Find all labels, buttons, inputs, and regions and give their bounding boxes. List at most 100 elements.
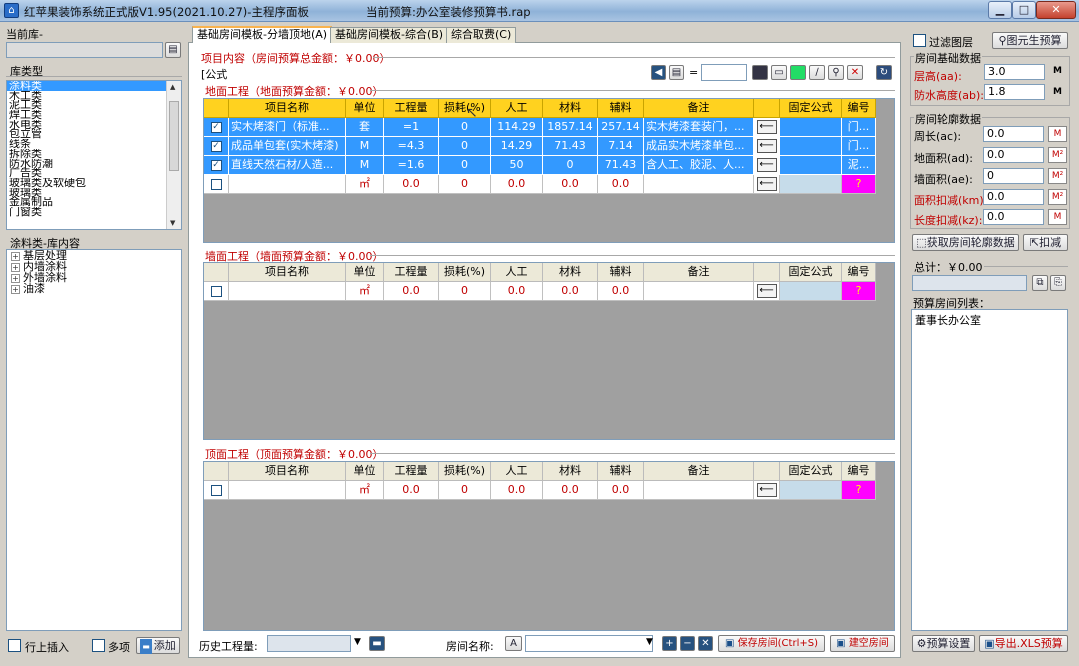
chart-icon[interactable] (790, 65, 806, 80)
cell-material[interactable]: 0.0 (543, 175, 598, 194)
room-list-item[interactable]: 董事长办公室 (912, 310, 1067, 330)
length-deduct-unit-button[interactable]: M (1048, 209, 1067, 225)
tree-item[interactable]: + 油漆 (7, 283, 181, 294)
cell-loss[interactable]: 0 (439, 118, 491, 137)
room-list[interactable]: 董事长办公室 (911, 309, 1068, 631)
row-checkbox-cell[interactable]: ✓ (204, 156, 229, 175)
cell-unit[interactable]: ㎡ (346, 481, 384, 500)
row-checkbox-cell[interactable] (204, 175, 229, 194)
tab-room-template-combined[interactable]: 基础房间模板-综合(B) (330, 27, 449, 43)
delete-icon[interactable]: ✕ (698, 636, 713, 651)
cell-note[interactable] (644, 282, 754, 301)
current-lib-field[interactable] (6, 42, 163, 58)
cell-name[interactable]: 实木烤漆门（标准... (229, 118, 346, 137)
cell-unit[interactable]: M (346, 137, 384, 156)
cell-action[interactable]: ⟵ (754, 481, 780, 500)
generate-budget-button[interactable]: ⚲图元生预算 (992, 32, 1068, 49)
cell-qty[interactable]: =1 (384, 118, 439, 137)
cell-labor[interactable]: 50 (491, 156, 543, 175)
cell-fixed-formula[interactable] (780, 481, 842, 500)
filter-checkbox[interactable] (913, 34, 926, 47)
cell-name[interactable]: 直线天然石材/人造... (229, 156, 346, 175)
chevron-down-icon[interactable]: ▼ (354, 637, 361, 647)
history-select[interactable] (267, 635, 351, 652)
keyboard-icon[interactable]: ▭ (771, 65, 787, 80)
ceiling-grid[interactable]: 项目名称 单位 工程量 损耗(%) 人工 材料 辅料 备注 固定公式 编号 ㎡ … (203, 461, 895, 631)
refresh-icon[interactable]: ↻ (876, 65, 892, 80)
floor-grid[interactable]: 项目名称 单位 工程量 损耗(%) 人工 材料 辅料 备注 固定公式 编号 ✓ … (203, 98, 895, 243)
cell-note[interactable] (644, 175, 754, 194)
perimeter-input[interactable]: 0.0 (983, 126, 1044, 142)
cell-unit[interactable]: M (346, 156, 384, 175)
cell-fixed-formula[interactable] (780, 118, 842, 137)
cell-fixed-formula[interactable] (780, 137, 842, 156)
table-row[interactable]: ✓ 实木烤漆门（标准... 套 =1 0 114.29 1857.14 257.… (204, 118, 876, 137)
cell-aux[interactable]: 0.0 (598, 175, 644, 194)
add-button[interactable]: ▬ 添加 (136, 637, 180, 654)
expand-icon[interactable]: + (11, 273, 20, 283)
arrow-left-icon[interactable]: ⟵ (756, 177, 777, 191)
arrow-left-icon[interactable]: ⟵ (756, 139, 777, 153)
table-row[interactable]: ㎡ 0.0 0 0.0 0.0 0.0 ⟵ ? (204, 282, 876, 301)
remove-row-icon[interactable]: − (680, 636, 695, 651)
cell-fixed-formula[interactable] (780, 175, 842, 194)
cell-material[interactable]: 0.0 (543, 481, 598, 500)
list-item[interactable]: 涂料类 (7, 81, 181, 91)
arrow-left-icon[interactable]: ⟵ (756, 483, 777, 497)
cell-name[interactable] (229, 481, 346, 500)
maximize-button[interactable]: □ (1012, 1, 1036, 19)
floor-area-unit-button[interactable]: M² (1048, 147, 1067, 163)
cell-unit[interactable]: ㎡ (346, 175, 384, 194)
cell-action[interactable]: ⟵ (754, 156, 780, 175)
cell-labor[interactable]: 0.0 (491, 282, 543, 301)
wall-area-unit-button[interactable]: M² (1048, 168, 1067, 184)
cell-material[interactable]: 71.43 (543, 137, 598, 156)
row-checkbox-cell[interactable]: ✓ (204, 137, 229, 156)
cell-aux[interactable]: 257.14 (598, 118, 644, 137)
row-checkbox[interactable]: ✓ (210, 121, 222, 133)
cell-qty[interactable]: 0.0 (384, 282, 439, 301)
empty-room-button[interactable]: ▣ 建空房间 (830, 635, 895, 652)
line-tool-icon[interactable]: ∕ (809, 65, 825, 80)
arrow-left-icon[interactable]: ⟵ (756, 120, 777, 134)
cell-aux[interactable]: 71.43 (598, 156, 644, 175)
cell-qty[interactable]: =1.6 (384, 156, 439, 175)
cell-name[interactable] (229, 282, 346, 301)
cell-unit[interactable]: ㎡ (346, 282, 384, 301)
list-item[interactable]: 拆除类 (7, 149, 181, 159)
wall-area-input[interactable]: 0 (983, 168, 1044, 184)
table-row[interactable]: ✓ 直线天然石材/人造... M =1.6 0 50 0 71.43 含人工、胶… (204, 156, 876, 175)
cell-aux[interactable]: 7.14 (598, 137, 644, 156)
room-name-select[interactable] (525, 635, 653, 652)
row-checkbox-cell[interactable] (204, 481, 229, 500)
cell-material[interactable]: 0.0 (543, 282, 598, 301)
multi-checkbox[interactable] (92, 639, 105, 652)
row-checkbox[interactable]: ✓ (210, 140, 222, 152)
get-contour-button[interactable]: ⬚获取房间轮廓数据 (912, 234, 1019, 251)
room-name-icon[interactable]: A (505, 636, 522, 651)
cell-aux[interactable]: 0.0 (598, 481, 644, 500)
cell-action[interactable]: ⟵ (754, 282, 780, 301)
list-item[interactable]: 水电类 (7, 120, 181, 130)
copy-icon[interactable]: ⧉ (1032, 275, 1048, 291)
scroll-thumb[interactable] (169, 101, 179, 171)
cell-loss[interactable]: 0 (439, 137, 491, 156)
save-icon[interactable]: ▤ (669, 65, 684, 80)
cell-unit[interactable]: 套 (346, 118, 384, 137)
cell-qty[interactable]: 0.0 (384, 175, 439, 194)
chevron-down-icon[interactable]: ▼ (646, 637, 653, 647)
scroll-down-icon[interactable]: ▼ (170, 219, 175, 227)
expand-icon[interactable]: + (11, 284, 20, 294)
cell-fixed-formula[interactable] (780, 282, 842, 301)
row-checkbox[interactable] (210, 285, 222, 297)
wall-grid[interactable]: 项目名称 单位 工程量 损耗(%) 人工 材料 辅料 备注 固定公式 编号 ㎡ … (203, 262, 895, 440)
cell-code[interactable]: 泥... (842, 156, 876, 175)
list-item[interactable]: 广告类 (7, 168, 181, 178)
arrow-left-icon[interactable]: ⟵ (756, 158, 777, 172)
perimeter-unit-button[interactable]: M (1048, 126, 1067, 142)
tab-room-template-split[interactable]: 基础房间模板-分墙顶地(A) (192, 26, 333, 43)
list-item[interactable]: 包立管 (7, 129, 181, 139)
length-deduct-input[interactable]: 0.0 (983, 209, 1044, 225)
cell-labor[interactable]: 14.29 (491, 137, 543, 156)
history-apply-icon[interactable]: ▬ (369, 636, 385, 651)
